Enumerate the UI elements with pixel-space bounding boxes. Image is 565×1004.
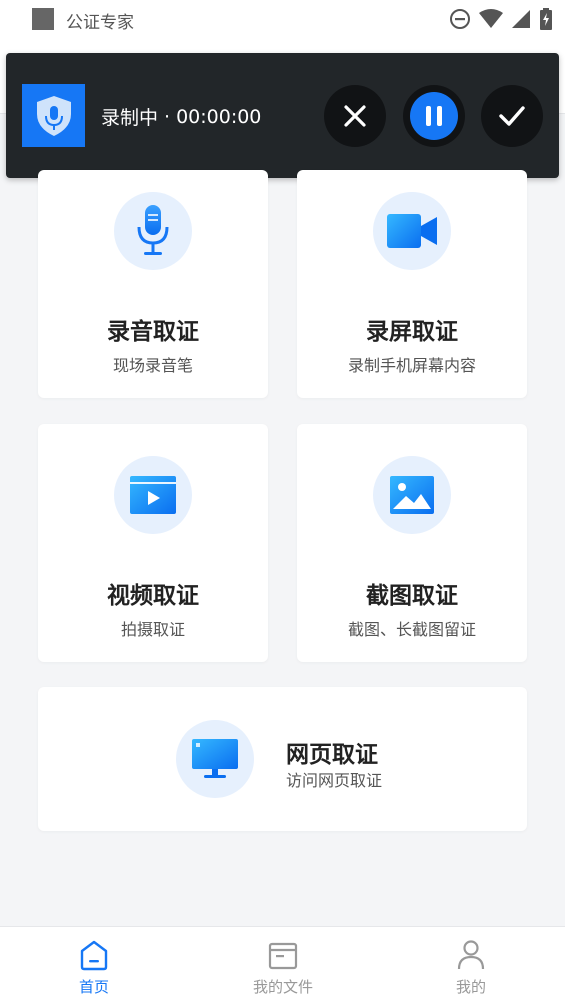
cellular-signal-icon xyxy=(512,10,530,28)
video-evidence-card[interactable]: 视频取证 拍摄取证 xyxy=(38,424,268,662)
close-icon xyxy=(344,105,366,127)
screenshot-evidence-card[interactable]: 截图取证 截图、长截图留证 xyxy=(297,424,527,662)
do-not-disturb-icon xyxy=(450,9,470,29)
recording-separator: · xyxy=(164,105,171,128)
nav-label: 首页 xyxy=(78,978,109,996)
nav-label: 我的 xyxy=(455,978,486,996)
card-title: 视频取证 xyxy=(107,583,199,609)
screen-record-evidence-card[interactable]: 录屏取证 录制手机屏幕内容 xyxy=(297,170,527,398)
status-bar: 公证专家 xyxy=(0,0,565,38)
recording-status-label: 录制中 xyxy=(101,107,159,129)
cancel-recording-button[interactable] xyxy=(324,85,386,147)
video-camera-icon-wrap xyxy=(373,192,451,270)
pause-icon xyxy=(410,92,458,140)
microphone-icon-wrap xyxy=(114,192,192,270)
image-icon-wrap xyxy=(373,456,451,534)
card-subtitle: 录制手机屏幕内容 xyxy=(347,356,476,375)
card-title: 录屏取证 xyxy=(366,319,458,345)
status-app-title: 公证专家 xyxy=(66,13,134,33)
shield-microphone-icon xyxy=(36,95,71,136)
nav-item-mine[interactable]: 我的 xyxy=(411,927,531,1004)
card-title: 截图取证 xyxy=(366,583,458,609)
card-title: 网页取证 xyxy=(286,742,378,768)
folder-icon xyxy=(268,942,298,970)
video-play-icon xyxy=(130,476,176,514)
recording-app-logo xyxy=(22,84,85,147)
recording-overlay: 录制中 · 00:00:00 xyxy=(6,53,559,178)
card-subtitle: 访问网页取证 xyxy=(286,771,383,790)
recording-timer: 00:00:00 xyxy=(176,105,262,128)
battery-charging-icon xyxy=(540,8,552,30)
user-icon xyxy=(457,940,485,970)
bottom-navigation: 首页 我的文件 我的 xyxy=(0,926,565,1004)
monitor-icon xyxy=(192,739,238,778)
nav-label: 我的文件 xyxy=(252,978,313,996)
app-notification-icon xyxy=(32,8,54,30)
finish-recording-button[interactable] xyxy=(481,85,543,147)
nav-item-home[interactable]: 首页 xyxy=(34,927,154,1004)
video-play-icon-wrap xyxy=(114,456,192,534)
card-title: 录音取证 xyxy=(107,319,199,345)
card-subtitle: 拍摄取证 xyxy=(120,620,185,639)
status-icons xyxy=(449,8,553,30)
audio-evidence-card[interactable]: 录音取证 现场录音笔 xyxy=(38,170,268,398)
nav-item-files[interactable]: 我的文件 xyxy=(223,927,343,1004)
monitor-icon-wrap xyxy=(176,720,254,798)
check-icon xyxy=(499,106,525,126)
webpage-evidence-card[interactable]: 网页取证 访问网页取证 xyxy=(38,687,527,831)
image-icon xyxy=(390,476,434,514)
home-icon xyxy=(80,940,108,971)
card-subtitle: 截图、长截图留证 xyxy=(347,620,476,639)
card-subtitle: 现场录音笔 xyxy=(112,356,193,375)
recording-status: 录制中 · 00:00:00 xyxy=(101,103,261,130)
wifi-icon xyxy=(479,9,503,28)
video-camera-icon xyxy=(387,214,437,248)
microphone-icon xyxy=(137,205,169,255)
pause-recording-button[interactable] xyxy=(403,85,465,147)
